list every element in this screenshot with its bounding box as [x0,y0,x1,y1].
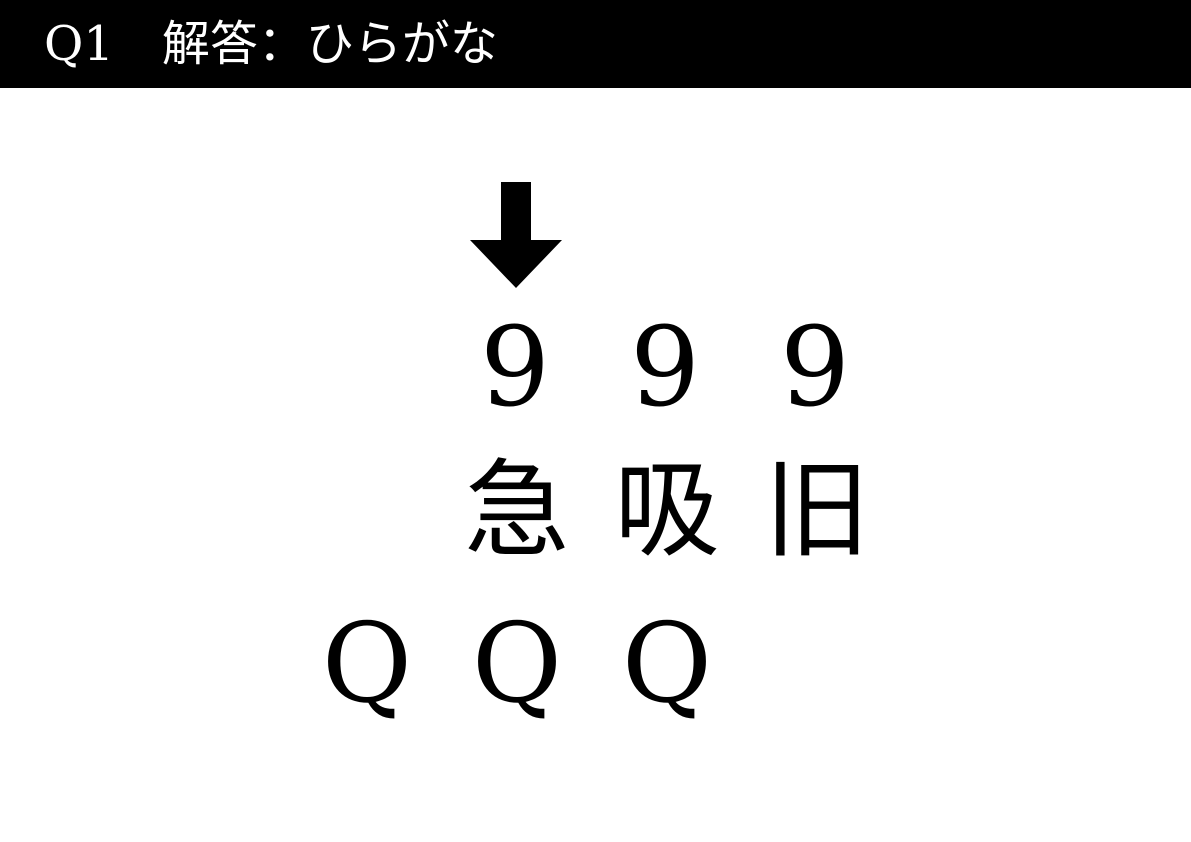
digit-glyph: 9 [780,303,850,431]
digit-glyph: 9 [630,303,700,431]
kanji-glyph: 吸 [614,449,720,572]
digit-glyph: 9 [480,303,550,431]
kanji-glyph: 急 [464,449,570,572]
letter-glyph: Q [321,599,413,727]
letter-glyph: Q [621,599,713,727]
letter-glyph: Q [471,599,563,727]
down-arrow-icon [470,182,562,288]
kanji-glyph: 旧 [764,449,870,572]
page-title: Q1 解答：ひらがな [44,16,498,72]
header-bar: Q1 解答：ひらがな [0,0,1191,88]
